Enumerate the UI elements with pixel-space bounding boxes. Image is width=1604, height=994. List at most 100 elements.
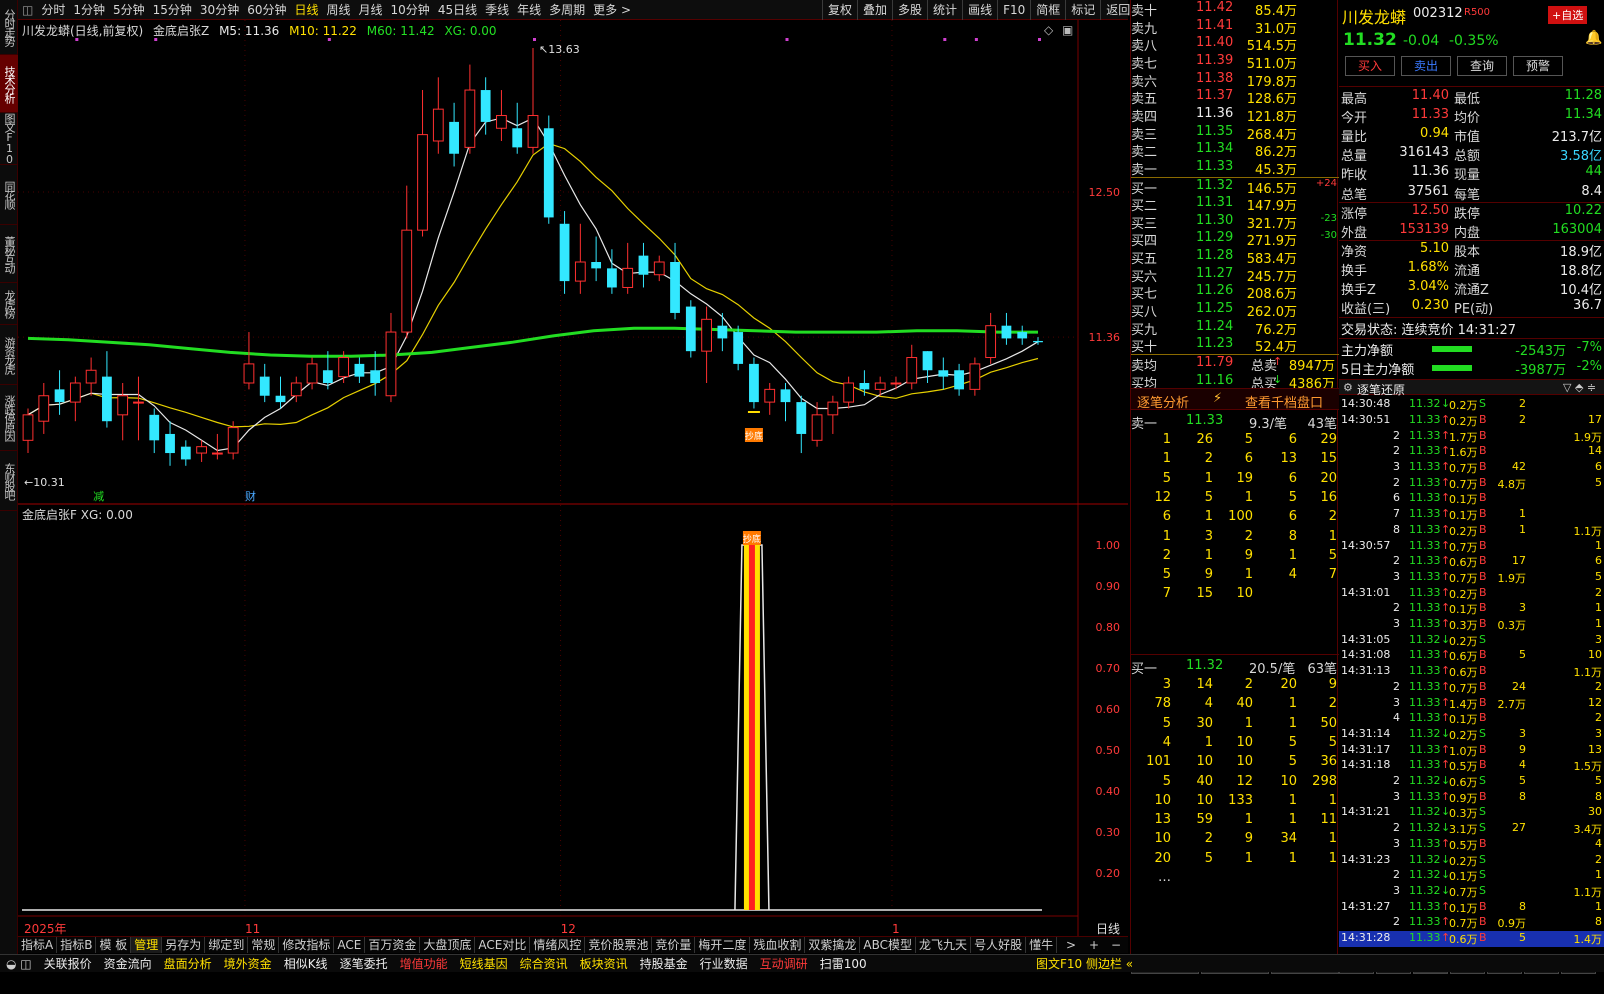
candle[interactable] <box>196 440 207 462</box>
candle[interactable] <box>985 312 997 364</box>
indicator-tab-16[interactable]: 残血收割 <box>750 937 806 953</box>
candle[interactable] <box>1017 325 1028 345</box>
candle[interactable] <box>733 325 744 371</box>
tick-row[interactable]: 14:31:05 11.32 ↓ 0.2万 S 3 <box>1339 633 1604 649</box>
candle[interactable] <box>417 90 428 237</box>
indicator-tab-20[interactable]: 号人好股 <box>971 937 1027 953</box>
menu-toggle-icon[interactable]: ◒ ◫ <box>0 955 38 972</box>
toolbar-toggle-icon[interactable]: ◫ <box>18 0 37 20</box>
status-item-10[interactable]: 持股基金 <box>634 955 694 972</box>
tool-0[interactable]: 复权 <box>822 0 857 20</box>
indicator-tab-14[interactable]: 竞价量 <box>652 937 696 953</box>
period-8[interactable]: 月线 <box>355 0 387 20</box>
ask-row[interactable]: 卖七 11.39 511.0万 <box>1131 53 1339 72</box>
candle[interactable] <box>211 433 223 460</box>
period-4[interactable]: 30分钟 <box>196 0 243 20</box>
candle[interactable] <box>906 344 918 390</box>
status-item-9[interactable]: 板块资讯 <box>574 955 634 972</box>
window-icon[interactable]: ▣ <box>1062 23 1073 37</box>
ask-row[interactable]: 卖十 11.42 85.4万 <box>1131 0 1339 19</box>
settings-icon[interactable]: ⚙ <box>1343 381 1353 394</box>
bid-row[interactable]: 买八 11.25 262.0万 <box>1131 301 1339 320</box>
candle[interactable] <box>622 242 634 294</box>
tick-row[interactable]: 3 11.33 ↑ 0.3万 B 0.3万 1 <box>1339 617 1604 633</box>
indicator-tab-13[interactable]: 竞价股票池 <box>585 937 653 953</box>
status-item-5[interactable]: 逐笔委托 <box>334 955 394 972</box>
trade-button-3[interactable]: 预警 <box>1513 56 1563 76</box>
candle[interactable] <box>591 236 602 282</box>
period-6[interactable]: 日线 <box>290 0 322 20</box>
ask-row[interactable]: 卖六 11.38 179.8万 <box>1131 71 1339 90</box>
status-item-1[interactable]: 资金流向 <box>98 955 158 972</box>
tick-row[interactable]: 2 11.32 ↓ 3.1万 S 27 3.4万 <box>1339 821 1604 837</box>
candle[interactable] <box>449 102 459 167</box>
indicator-tab-5[interactable]: 绑定到 <box>205 937 249 953</box>
sub-indicator-name[interactable]: 金底启张F <box>22 508 77 522</box>
bid-row[interactable]: 买二 11.31 147.9万 <box>1131 195 1339 214</box>
candle[interactable] <box>133 376 144 441</box>
remove-tab-icon[interactable]: − <box>1108 937 1124 953</box>
period-10[interactable]: 45日线 <box>434 0 481 20</box>
left-tab-6[interactable]: 游资龙虎 <box>0 325 18 385</box>
tick-row[interactable]: 14:31:28 11.33 ↑ 0.6万 B 5 1.4万 <box>1339 931 1604 947</box>
tick-row[interactable]: 14:31:21 11.32 ↓ 0.3万 S 30 <box>1339 805 1604 821</box>
ask-row[interactable]: 卖二 11.34 86.2万 <box>1131 141 1339 160</box>
candle[interactable] <box>243 332 255 390</box>
tick-row[interactable]: 14:31:18 11.33 ↑ 0.5万 B 4 1.5万 <box>1339 758 1604 774</box>
ask-row[interactable]: 卖三 11.35 268.4万 <box>1131 124 1339 143</box>
tool-7[interactable]: 标记 <box>1065 0 1100 20</box>
indicator-tab-10[interactable]: 大盘顶底 <box>420 937 476 953</box>
period-7[interactable]: 周线 <box>323 0 355 20</box>
status-item-13[interactable]: 扫雷100 <box>814 955 873 972</box>
candle[interactable] <box>922 351 933 383</box>
tool-5[interactable]: F10 <box>997 0 1030 20</box>
diamond-icon[interactable]: ◇ <box>1044 23 1054 37</box>
ask-row[interactable]: 卖五 11.37 128.6万 <box>1131 88 1339 107</box>
tick-row[interactable]: 3 11.33 ↑ 0.5万 B 4 <box>1339 837 1604 853</box>
status-item-3[interactable]: 境外资金 <box>218 955 278 972</box>
candle[interactable] <box>796 395 807 454</box>
tick-row[interactable]: 2 11.33 ↑ 0.6万 B 17 6 <box>1339 554 1604 570</box>
tick-row[interactable]: 3 11.33 ↑ 0.7万 B 1.9万 5 <box>1339 570 1604 586</box>
indicator-tab-21[interactable]: 懂牛 <box>1026 937 1058 953</box>
indicator-tab-3[interactable]: 管理 <box>131 937 163 953</box>
tick-analysis-title[interactable]: 逐笔分析 <box>1137 392 1189 411</box>
indicator-tab-15[interactable]: 梅开二度 <box>695 937 751 953</box>
left-tab-0[interactable]: 分时走势 <box>0 0 18 55</box>
candle[interactable] <box>259 363 270 403</box>
tick-row[interactable]: 14:30:57 11.33 ↑ 0.7万 B 1 <box>1339 539 1604 555</box>
status-item-6[interactable]: 增值功能 <box>394 955 454 972</box>
tick-row[interactable]: 14:30:51 11.33 ↑ 0.2万 B 2 17 <box>1339 413 1604 429</box>
candle[interactable] <box>180 440 191 466</box>
candle[interactable] <box>165 421 175 466</box>
tick-row[interactable]: 3 11.32 ↓ 0.7万 S 1.1万 <box>1339 884 1604 900</box>
tick-row[interactable]: 2 11.33 ↑ 0.1万 B 3 1 <box>1339 601 1604 617</box>
left-tab-8[interactable]: 东财股吧 <box>0 451 18 511</box>
indicator-name[interactable]: 金底启张Z <box>153 24 209 38</box>
candle[interactable] <box>385 312 397 403</box>
tick-row[interactable]: 8 11.33 ↑ 0.2万 B 1 1.1万 <box>1339 523 1604 539</box>
kline-chart[interactable]: 12.5011.36↖13.63←10.31减 财抄底◇ ▣1.000.900.80… <box>18 20 1128 936</box>
tick-row[interactable]: 2 11.32 ↓ 0.1万 S 1 <box>1339 868 1604 884</box>
bid-row[interactable]: 买六 11.27 245.7万 <box>1131 266 1339 285</box>
candle[interactable] <box>843 376 855 409</box>
trade-button-2[interactable]: 查询 <box>1457 56 1507 76</box>
bid-row[interactable]: 买五 11.28 583.4万 <box>1131 248 1339 267</box>
tick-row[interactable]: 14:31:14 11.32 ↓ 0.2万 S 3 3 <box>1339 727 1604 743</box>
candle[interactable] <box>496 90 507 141</box>
tick-row[interactable]: 3 11.33 ↑ 0.7万 B 42 6 <box>1339 460 1604 476</box>
left-tab-1[interactable]: 技术分析 <box>0 55 18 113</box>
candle[interactable] <box>559 211 570 294</box>
depth-link[interactable]: 查看千档盘口 <box>1245 392 1323 411</box>
tick-row[interactable]: 14:30:48 11.32 ↓ 0.2万 S 2 <box>1339 397 1604 413</box>
candle[interactable] <box>827 395 839 434</box>
tabs-scroll-right-icon[interactable]: > <box>1063 937 1079 953</box>
candle[interactable] <box>370 351 381 396</box>
left-tab-3[interactable]: 同花顺F10 <box>0 165 18 225</box>
tick-row[interactable]: 14:31:13 11.33 ↑ 0.6万 B 1.1万 <box>1339 664 1604 680</box>
bid-row[interactable]: 买三 11.30 321.7万 -23 <box>1131 213 1339 232</box>
candle[interactable] <box>275 376 286 409</box>
indicator-tab-1[interactable]: 指标B <box>57 937 97 953</box>
candle[interactable] <box>512 102 523 154</box>
tick-row[interactable]: 14:31:23 11.32 ↓ 0.2万 S 2 <box>1339 853 1604 869</box>
